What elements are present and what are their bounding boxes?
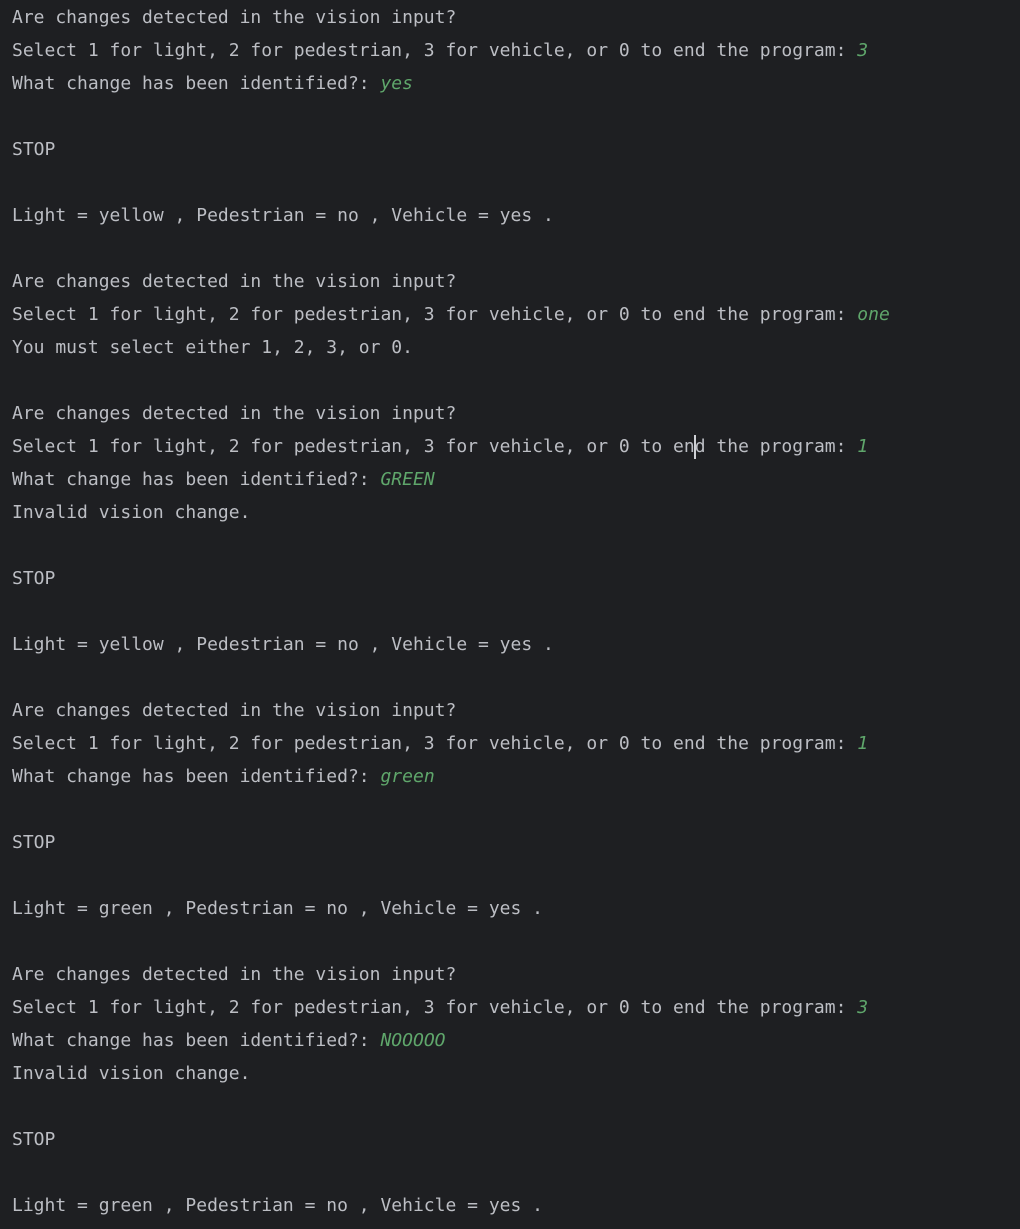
console-output[interactable]: Are changes detected in the vision input… <box>0 0 1020 1229</box>
user-input-text: NOOOOO <box>380 1030 446 1051</box>
console-line-text: Light = green , Pedestrian = no , Vehicl… <box>12 898 544 919</box>
console-line: Light = yellow , Pedestrian = no , Vehic… <box>12 628 554 661</box>
console-line: What change has been identified?: NOOOOO <box>12 1024 446 1057</box>
console-line-text: STOP <box>12 832 56 853</box>
console-line-text: Light = yellow , Pedestrian = no , Vehic… <box>12 634 554 655</box>
console-line-text: Select 1 for light, 2 for pedestrian, 3 … <box>12 40 858 61</box>
console-line: Are changes detected in the vision input… <box>12 694 456 727</box>
console-line-text: Light = green , Pedestrian = no , Vehicl… <box>12 1195 544 1216</box>
console-line: STOP <box>12 1123 55 1156</box>
console-line-text: What change has been identified?: <box>12 1030 381 1051</box>
console-line: Invalid vision change. <box>12 1057 250 1090</box>
console-line: What change has been identified?: yes <box>12 67 413 100</box>
console-line: STOP <box>12 133 55 166</box>
console-line: Light = green , Pedestrian = no , Vehicl… <box>12 892 543 925</box>
console-line-text: Select 1 for light, 2 for pedestrian, 3 … <box>12 733 858 754</box>
console-line: Select 1 for light, 2 for pedestrian, 3 … <box>12 430 868 463</box>
console-line-text: Invalid vision change. <box>12 502 251 523</box>
console-line-text: STOP <box>12 139 56 160</box>
console-line-text: What change has been identified?: <box>12 73 381 94</box>
console-line: You must select either 1, 2, 3, or 0. <box>12 331 413 364</box>
console-line: Light = yellow , Pedestrian = no , Vehic… <box>12 199 554 232</box>
user-input-text: 1 <box>857 733 869 754</box>
console-line: Are changes detected in the vision input… <box>12 958 456 991</box>
console-line: Are changes detected in the vision input… <box>12 397 456 430</box>
console-line-text: Select 1 for light, 2 for pedestrian, 3 … <box>12 436 695 457</box>
console-line: Light = green , Pedestrian = no , Vehicl… <box>12 1189 543 1222</box>
console-line-text: Select 1 for light, 2 for pedestrian, 3 … <box>12 997 858 1018</box>
console-line-text: Are changes detected in the vision input… <box>12 7 457 28</box>
user-input-text: one <box>857 304 890 325</box>
console-line: Are changes detected in the vision input… <box>12 265 456 298</box>
console-line-text: Are changes detected in the vision input… <box>12 271 457 292</box>
console-line-text: Are changes detected in the vision input… <box>12 964 457 985</box>
console-line-text: Are changes detected in the vision input… <box>12 403 457 424</box>
console-line-text: What change has been identified?: <box>12 766 381 787</box>
user-input-text: GREEN <box>380 469 435 490</box>
user-input-text: green <box>380 766 435 787</box>
console-line: STOP <box>12 562 55 595</box>
console-line: Select 1 for light, 2 for pedestrian, 3 … <box>12 298 890 331</box>
console-line: Select 1 for light, 2 for pedestrian, 3 … <box>12 34 868 67</box>
console-line-text: Invalid vision change. <box>12 1063 251 1084</box>
console-line-text: Select 1 for light, 2 for pedestrian, 3 … <box>12 304 858 325</box>
console-line-text: What change has been identified?: <box>12 469 381 490</box>
console-line-text: d the program: <box>694 436 858 457</box>
console-line: Invalid vision change. <box>12 496 250 529</box>
console-line-text: You must select either 1, 2, 3, or 0. <box>12 337 413 358</box>
console-line: STOP <box>12 826 55 859</box>
console-line-text: STOP <box>12 1129 56 1150</box>
user-input-text: yes <box>380 73 413 94</box>
console-line-text: Light = yellow , Pedestrian = no , Vehic… <box>12 205 554 226</box>
console-line: What change has been identified?: GREEN <box>12 463 435 496</box>
console-line: Select 1 for light, 2 for pedestrian, 3 … <box>12 727 868 760</box>
console-line-text: Are changes detected in the vision input… <box>12 700 457 721</box>
console-line: Select 1 for light, 2 for pedestrian, 3 … <box>12 991 868 1024</box>
console-line-text: STOP <box>12 568 56 589</box>
user-input-text: 1 <box>857 436 869 457</box>
console-line: Are changes detected in the vision input… <box>12 1 456 34</box>
user-input-text: 3 <box>857 40 869 61</box>
console-line: What change has been identified?: green <box>12 760 435 793</box>
user-input-text: 3 <box>857 997 869 1018</box>
